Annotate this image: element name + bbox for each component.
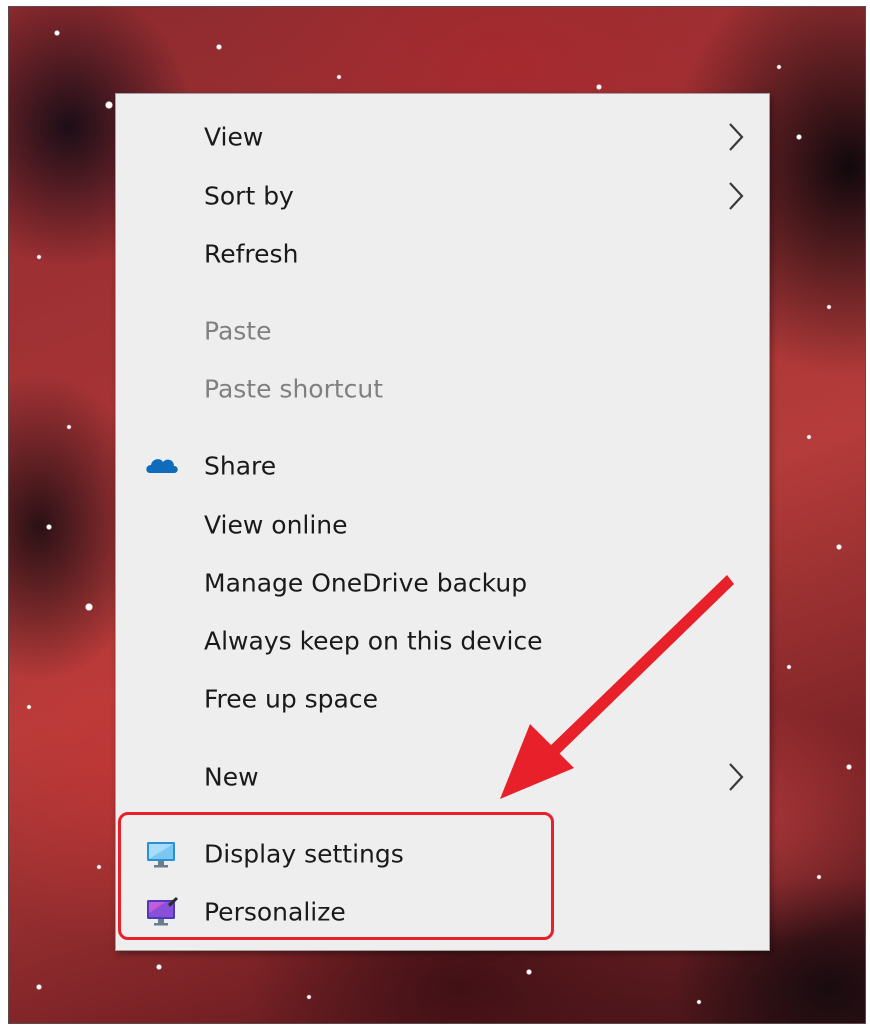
display-monitor-icon [147, 842, 175, 868]
menu-item-label: Refresh [204, 239, 299, 269]
menu-item-sort-by[interactable]: Sort by [116, 171, 769, 221]
menu-item-display-settings[interactable]: Display settings [116, 829, 769, 879]
menu-item-label: Paste shortcut [204, 374, 384, 404]
onedrive-cloud-icon [146, 459, 178, 473]
menu-item-label: Sort by [204, 181, 294, 211]
desktop-context-menu: View Sort by Refresh Paste Paste shortcu… [115, 93, 770, 951]
menu-item-manage-onedrive-backup[interactable]: Manage OneDrive backup [116, 558, 769, 608]
menu-item-label: New [204, 762, 259, 792]
menu-item-label: View [204, 122, 264, 152]
menu-item-personalize[interactable]: Personalize [116, 887, 769, 937]
chevron-right-icon [729, 763, 744, 791]
menu-item-label: Display settings [204, 839, 404, 869]
menu-item-new[interactable]: New [116, 752, 769, 802]
menu-item-label: Share [204, 451, 277, 481]
menu-item-free-up-space[interactable]: Free up space [116, 674, 769, 724]
menu-item-label: Personalize [204, 897, 346, 927]
menu-item-share[interactable]: Share [116, 441, 769, 491]
menu-item-label: Always keep on this device [204, 626, 543, 656]
menu-item-paste-shortcut: Paste shortcut [116, 364, 769, 414]
menu-item-paste: Paste [116, 306, 769, 356]
chevron-right-icon [729, 182, 744, 210]
chevron-right-icon [729, 123, 744, 151]
menu-item-refresh[interactable]: Refresh [116, 229, 769, 279]
menu-item-label: Manage OneDrive backup [204, 568, 528, 598]
menu-item-view[interactable]: View [116, 112, 769, 162]
menu-item-view-online[interactable]: View online [116, 500, 769, 550]
personalize-monitor-icon [147, 897, 178, 926]
menu-item-label: Paste [204, 316, 272, 346]
menu-item-label: Free up space [204, 684, 378, 714]
menu-item-label: View online [204, 510, 348, 540]
menu-item-always-keep-on-device[interactable]: Always keep on this device [116, 616, 769, 666]
